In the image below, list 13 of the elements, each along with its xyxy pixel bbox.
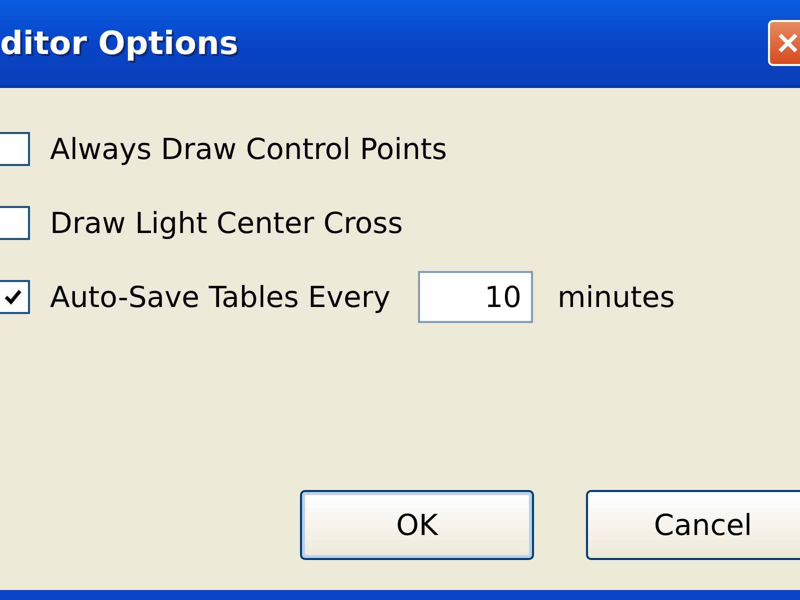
cancel-button[interactable]: Cancel [586,490,800,560]
checkbox[interactable] [0,132,30,166]
close-button[interactable] [768,20,800,66]
checkbox-label: Auto-Save Tables Every [50,280,390,314]
window-title: ditor Options [0,24,238,62]
ok-button[interactable]: OK [300,490,534,560]
checkbox[interactable] [0,280,30,314]
close-icon [777,32,799,54]
checkbox-label: Draw Light Center Cross [50,206,403,240]
minutes-field[interactable]: 10 [418,271,534,323]
checkbox[interactable] [0,206,30,240]
unit-label: minutes [557,280,675,314]
checkbox-label: Always Draw Control Points [50,132,447,166]
